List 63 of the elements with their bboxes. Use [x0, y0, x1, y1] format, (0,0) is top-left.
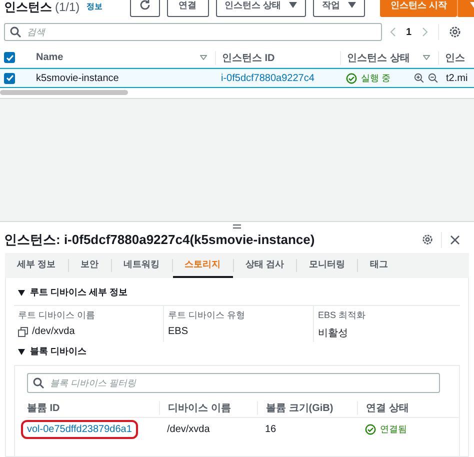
- refresh-button[interactable]: [130, 0, 160, 17]
- tab[interactable]: 보안: [68, 253, 111, 278]
- section-toggle[interactable]: 블록 디바이스: [14, 343, 91, 360]
- instance-id-link[interactable]: i-0f5dcf7880a9227c4: [221, 72, 314, 84]
- select-all-checkbox[interactable]: [4, 52, 15, 63]
- close-icon[interactable]: [450, 234, 460, 244]
- tab[interactable]: 태그: [358, 253, 400, 278]
- tab[interactable]: 모니터링: [297, 253, 358, 278]
- column-header: 볼륨 크기(GiB): [266, 402, 334, 414]
- caret-icon: [18, 290, 25, 296]
- page-title: 인스턴스: [4, 0, 52, 14]
- tab[interactable]: 세부 정보: [5, 253, 68, 278]
- field-label: EBS 최적화: [318, 309, 367, 322]
- attachment-status: 연결됨: [380, 422, 407, 436]
- filter-field[interactable]: 블록 디바이스 필터링: [27, 373, 440, 393]
- search-field[interactable]: 검색: [4, 23, 382, 41]
- zoom-out-icon[interactable]: [428, 73, 438, 83]
- dropdown-button[interactable]: 작업: [313, 0, 366, 17]
- caret-icon: [18, 348, 25, 354]
- caret-icon: [289, 2, 298, 8]
- settings-icon[interactable]: [422, 234, 433, 245]
- zoom-in-icon[interactable]: [414, 73, 424, 83]
- page-number[interactable]: 1: [406, 26, 412, 38]
- column-header: Name: [36, 52, 64, 63]
- drag-handle-icon[interactable]: [233, 224, 241, 229]
- column-header: 볼륨 ID: [27, 402, 61, 414]
- volume-id-link[interactable]: vol-0e75dffd23879d6a1: [21, 420, 138, 438]
- column-header: 인스턴스 ID: [222, 52, 276, 64]
- instance-type: t2.mi: [446, 72, 468, 84]
- search-icon: [33, 378, 44, 388]
- tab[interactable]: 상태 검사: [234, 253, 296, 278]
- info-link[interactable]: 정보: [86, 1, 103, 12]
- column-header: 인스턴스 상태: [347, 52, 411, 64]
- instance-count: (1/1): [55, 0, 80, 14]
- tab[interactable]: 네트워킹: [112, 253, 172, 278]
- field-label: 루트 디바이스 이름: [18, 309, 96, 322]
- instance-name: k5smovie-instance: [36, 72, 119, 84]
- column-header: 디바이스 이름: [168, 402, 232, 414]
- field-value: /dev/xvda: [32, 326, 75, 337]
- connect-button[interactable]: 연결: [166, 0, 209, 17]
- column-header: 연결 상태: [366, 402, 410, 414]
- panel-title: 인스턴스: i-0f5dcf7880a9227c4(k5smovie-instance): [4, 230, 316, 248]
- row-checkbox[interactable]: [4, 72, 15, 84]
- field-value: EBS: [168, 326, 188, 337]
- caret-icon: [348, 2, 356, 8]
- instance-state: 실행 중: [361, 72, 391, 84]
- instance-row[interactable]: k5smovie-instance i-0f5dcf7880a9227c4 실행 중 t2.mi: [0, 68, 474, 88]
- settings-icon[interactable]: [448, 26, 461, 38]
- copy-icon[interactable]: [18, 326, 28, 336]
- column-header: 인스: [445, 52, 466, 64]
- refresh-icon: [138, 0, 151, 11]
- check-circle-icon: [365, 424, 376, 434]
- scrollbar-thumb[interactable]: [0, 90, 128, 95]
- section-toggle[interactable]: 루트 디바이스 세부 정보: [14, 284, 132, 301]
- search-icon: [10, 26, 21, 38]
- sort-icon[interactable]: [200, 55, 207, 60]
- sort-icon[interactable]: [423, 55, 430, 60]
- field-label: 루트 디바이스 유형: [168, 309, 246, 322]
- device-name: /dev/xvda: [167, 424, 210, 434]
- field-value: 비활성: [318, 327, 348, 340]
- check-circle-icon: [346, 72, 357, 84]
- dropdown-button[interactable]: 인스턴스 상태: [216, 0, 306, 17]
- volume-size: 16: [265, 424, 276, 434]
